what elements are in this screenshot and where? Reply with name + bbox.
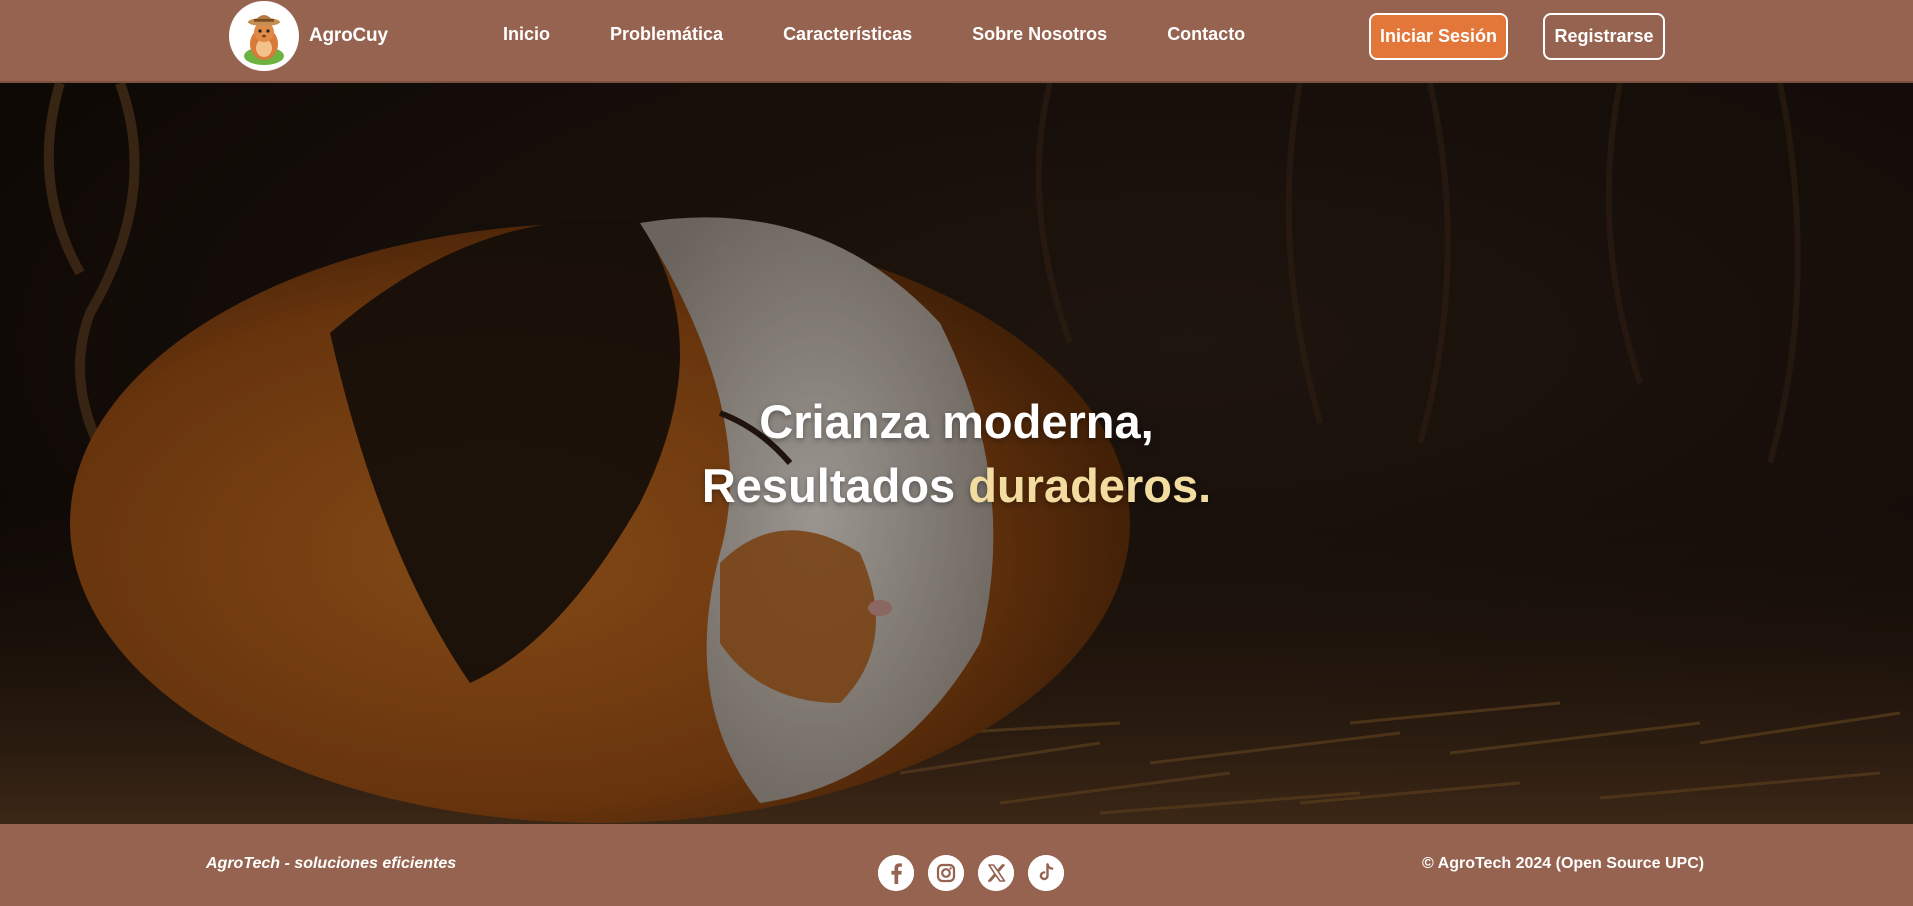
hero-line-2-prefix: Resultados	[701, 459, 956, 512]
nav-item-caracteristicas[interactable]: Características	[783, 24, 912, 45]
top-navbar: AgroCuy Inicio Problemática Característi…	[0, 0, 1913, 83]
hero-line-1: Crianza moderna,	[759, 395, 1154, 448]
farmer-guinea-pig-logo-icon	[229, 1, 299, 71]
footer-copyright: © AgroTech 2024 (Open Source UPC)	[1422, 855, 1705, 872]
brand[interactable]: AgroCuy	[229, 1, 388, 71]
social-links	[878, 855, 1064, 891]
facebook-icon[interactable]	[878, 855, 914, 891]
footer-tagline: AgroTech - soluciones eficientes	[206, 855, 457, 872]
main-nav: Inicio Problemática Características Sobr…	[503, 24, 1245, 45]
nav-item-inicio[interactable]: Inicio	[503, 24, 550, 45]
nav-item-sobre-nosotros[interactable]: Sobre Nosotros	[972, 24, 1107, 45]
nav-item-contacto[interactable]: Contacto	[1167, 24, 1245, 45]
hero-headline: Crianza moderna, Resultados duraderos.	[0, 390, 1913, 518]
instagram-icon[interactable]	[928, 855, 964, 891]
x-twitter-icon[interactable]	[978, 855, 1014, 891]
hero-line-2-accent: duraderos.	[968, 459, 1212, 512]
tiktok-icon[interactable]	[1028, 855, 1064, 891]
nav-item-problematica[interactable]: Problemática	[610, 24, 723, 45]
register-button[interactable]: Registrarse	[1543, 13, 1665, 60]
hero-section: Crianza moderna, Resultados duraderos.	[0, 83, 1913, 824]
brand-name: AgroCuy	[309, 25, 388, 46]
login-button[interactable]: Iniciar Sesión	[1369, 13, 1508, 60]
